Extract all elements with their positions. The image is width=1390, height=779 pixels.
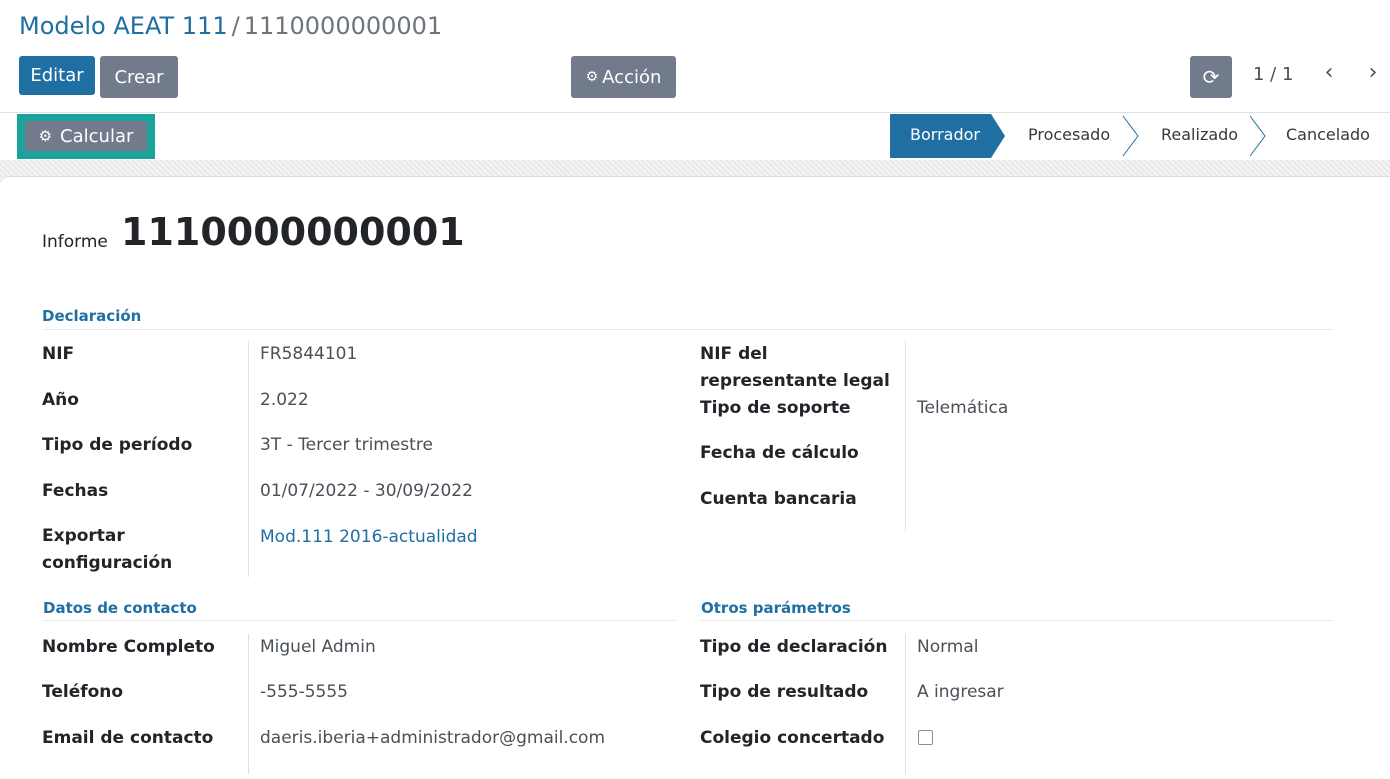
field-value-tipo-declaracion: Normal [917, 637, 979, 657]
field-value-nif: FR5844101 [260, 344, 358, 364]
field-label-tipo-resultado: Tipo de resultado [700, 682, 869, 702]
field-label-tipo-periodo: Tipo de período [42, 435, 193, 455]
field-label-fecha-calculo: Fecha de cálculo [700, 443, 859, 463]
refresh-icon: ⟳ [1202, 65, 1220, 89]
field-value-telefono: -555-5555 [260, 682, 348, 702]
status-borrador[interactable]: Borrador [910, 125, 980, 144]
field-value-fechas: 01/07/2022 - 30/09/2022 [260, 481, 473, 501]
column-divider [248, 634, 249, 774]
status-cancelado[interactable]: Cancelado [1286, 125, 1370, 144]
calculate-button-label: Calcular [60, 125, 134, 147]
breadcrumb-separator: / [231, 12, 240, 40]
section-divider [42, 329, 1334, 330]
field-label-nombre-completo: Nombre Completo [42, 637, 215, 657]
field-label-tipo-declaracion: Tipo de declaración [700, 637, 888, 657]
field-label-email: Email de contacto [42, 728, 214, 748]
status-separator [1122, 115, 1139, 157]
section-datos-contacto: Datos de contacto [43, 599, 197, 617]
field-label-nif-representante-line1: NIF del [700, 344, 768, 364]
section-divider [700, 620, 1334, 621]
field-label-cuenta-bancaria: Cuenta bancaria [700, 489, 857, 509]
column-divider [905, 634, 906, 774]
status-separator [1249, 115, 1266, 157]
gears-icon: ⚙ [38, 127, 53, 145]
field-label-fechas: Fechas [42, 481, 109, 501]
gear-icon: ⚙ [585, 69, 599, 85]
field-label-nif-representante-line2: representante legal [700, 371, 890, 391]
chevron-left-icon[interactable]: ‹ [1318, 60, 1340, 85]
pager-value[interactable]: 1 / 1 [1253, 64, 1293, 85]
status-realizado[interactable]: Realizado [1161, 125, 1238, 144]
field-value-tipo-periodo: 3T - Tercer trimestre [260, 435, 433, 455]
field-value-tipo-soporte: Telemática [917, 398, 1009, 418]
field-value-tipo-resultado: A ingresar [917, 682, 1004, 702]
field-label-colegio-concertado: Colegio concertado [700, 728, 885, 748]
section-declaracion: Declaración [42, 307, 142, 325]
breadcrumb: Modelo AEAT 111/1110000000001 [19, 10, 442, 42]
field-label-telefono: Teléfono [42, 682, 124, 702]
field-label-nif: NIF [42, 344, 75, 364]
breadcrumb-parent-link[interactable]: Modelo AEAT 111 [19, 12, 228, 40]
status-procesado[interactable]: Procesado [1028, 125, 1110, 144]
section-divider [42, 620, 676, 621]
breadcrumb-current: 1110000000001 [243, 12, 443, 40]
field-value-email: daeris.iberia+administrador@gmail.com [260, 728, 606, 748]
field-value-ano: 2.022 [260, 390, 309, 410]
field-label-tipo-soporte: Tipo de soporte [700, 398, 851, 418]
title-value: 1110000000001 [121, 210, 465, 254]
chevron-right-icon[interactable]: › [1362, 60, 1384, 85]
field-label-ano: Año [42, 390, 79, 410]
field-label-exportar-config-line2: configuración [42, 553, 173, 573]
calculate-button[interactable]: ⚙ Calcular [25, 121, 147, 151]
edit-button[interactable]: Editar [19, 56, 95, 95]
field-value-nombre-completo: Miguel Admin [260, 637, 376, 657]
action-button[interactable]: ⚙ Acción [571, 56, 676, 98]
title-label: Informe [42, 232, 108, 252]
field-value-exportar-config-link[interactable]: Mod.111 2016-actualidad [260, 524, 478, 551]
column-divider [905, 341, 906, 531]
field-label-exportar-config-line1: Exportar [42, 526, 125, 546]
create-button[interactable]: Crear [100, 56, 178, 98]
form-sheet [0, 176, 1390, 779]
column-divider [248, 341, 249, 577]
section-otros-parametros: Otros parámetros [701, 599, 851, 617]
colegio-concertado-checkbox[interactable] [918, 730, 933, 745]
refresh-button[interactable]: ⟳ [1190, 56, 1232, 98]
action-button-label: Acción [602, 66, 662, 88]
